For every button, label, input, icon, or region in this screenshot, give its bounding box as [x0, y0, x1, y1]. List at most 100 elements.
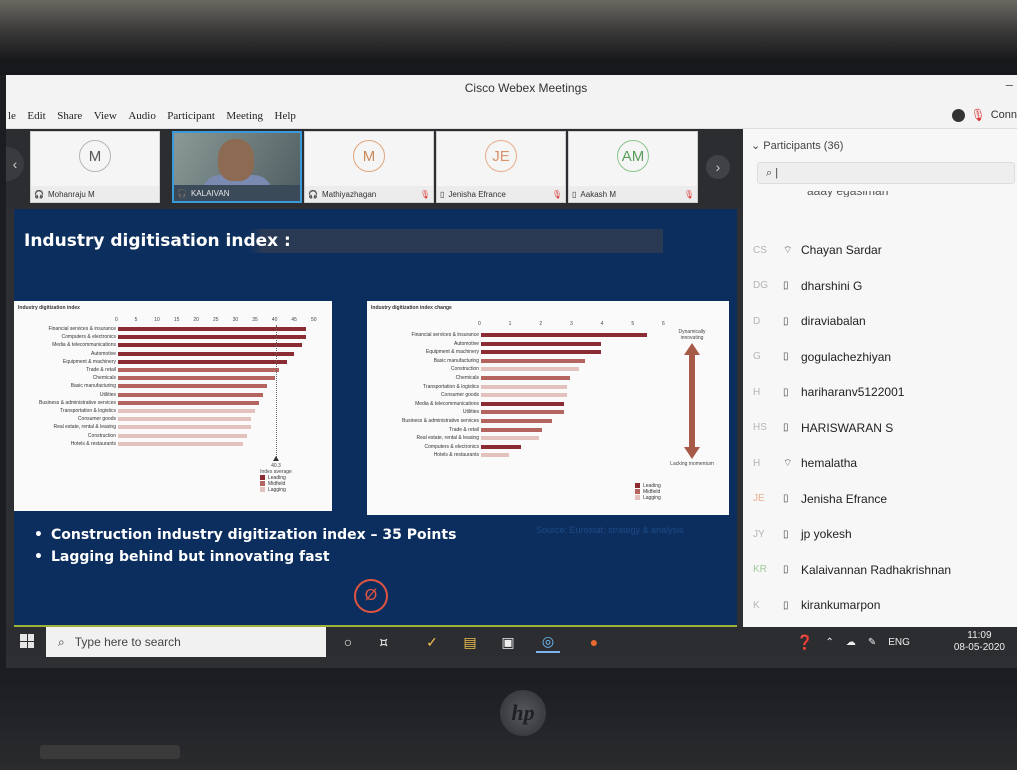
legend-swatch	[635, 495, 640, 501]
webex-taskbar-icon[interactable]: ◎	[536, 631, 560, 653]
x-tick-label: 50	[311, 317, 317, 323]
x-tick-label: 0	[115, 317, 118, 323]
participant-thumbnail[interactable]: M 🎧 Mathiyazhagan 🎙	[304, 131, 434, 203]
participant-row[interactable]: H ▯ hariharanv5122001	[743, 374, 1017, 410]
desk-object	[40, 745, 180, 759]
text-cursor: |	[775, 167, 779, 179]
pen-icon[interactable]: ✎	[868, 637, 876, 648]
legend-item: Lagging	[635, 495, 661, 501]
participant-row[interactable]: JY ▯ jp yokesh	[743, 516, 1017, 552]
headset-icon: 🎧	[177, 188, 187, 198]
strip-prev-arrow-icon[interactable]: ‹	[6, 147, 24, 181]
category-label: Basic manufacturing	[70, 383, 116, 390]
menu-share[interactable]: Share	[57, 110, 82, 122]
participant-row[interactable]: CS ⌔ Chayan Sardar	[743, 232, 1017, 268]
x-tick-label: 25	[213, 317, 219, 323]
cortana-icon[interactable]: ○	[336, 631, 360, 653]
menu-participant[interactable]: Participant	[167, 110, 215, 122]
connection-status[interactable]: 🎙 Conn	[952, 108, 1017, 122]
menu-meeting[interactable]: Meeting	[226, 110, 263, 122]
legend: Leading Midfield Lagging	[260, 475, 286, 493]
bar	[481, 333, 647, 337]
category-label: Media & telecommunications	[52, 342, 116, 349]
bar	[481, 444, 521, 449]
menu-view[interactable]: View	[94, 110, 117, 122]
x-tick-label: 6	[662, 321, 665, 327]
menu-file[interactable]: le	[8, 110, 16, 122]
participant-thumbnail[interactable]: M 🎧 Mohanraju M	[30, 131, 160, 203]
headset-icon: 🎧	[34, 189, 44, 199]
bar	[118, 343, 303, 348]
bullet-item: Lagging behind but innovating fast	[34, 549, 456, 565]
powerpoint-icon[interactable]: ●	[582, 631, 606, 653]
participant-row[interactable]: D ▯ diraviabalan	[743, 303, 1017, 339]
participants-header[interactable]: ⌄ Participants (36)	[751, 139, 843, 152]
triangle-marker-icon	[272, 456, 279, 461]
store-icon[interactable]: ▣	[496, 631, 520, 653]
clock-time: 11:09	[967, 630, 992, 641]
bar	[118, 384, 267, 389]
help-icon[interactable]: ❓	[796, 634, 813, 651]
menu-help[interactable]: Help	[275, 110, 296, 122]
active-speaker-video[interactable]: 🎧 KALAIVAN	[172, 131, 302, 203]
task-view-icon[interactable]: ⯏	[372, 631, 396, 653]
bar	[481, 358, 586, 363]
mic-muted-icon: 🎙	[970, 108, 986, 122]
bar	[118, 409, 256, 413]
category-label: Business & administrative services	[39, 399, 116, 406]
bar	[481, 393, 567, 398]
x-tick-label: 10	[154, 317, 160, 323]
sticky-notes-icon[interactable]: ✓	[420, 631, 444, 653]
digitization-change-chart: Industry digitization index change 0 1 2 3 4 5…	[367, 301, 729, 515]
strip-next-arrow-icon[interactable]: ›	[706, 155, 730, 179]
system-tray: ❓ ⌃ ☁ ✎ ENG	[796, 627, 910, 657]
menu-audio[interactable]: Audio	[128, 110, 156, 122]
taskbar-search-input[interactable]: ⌕ Type here to search	[46, 627, 326, 657]
chevron-up-icon[interactable]: ⌃	[825, 637, 833, 648]
minimize-button[interactable]: –	[1006, 77, 1013, 92]
participant-row[interactable]: KR ▯ Kalaivannan Radhakrishnan	[743, 552, 1017, 588]
avatar: JE	[485, 140, 517, 172]
file-explorer-icon[interactable]: ▤	[458, 631, 482, 653]
participant-row[interactable]: DG ▯ dharshini G	[743, 268, 1017, 304]
chevron-down-icon: ⌄	[751, 140, 761, 152]
participant-row[interactable]: G ▯ gogulachezhiyan	[743, 339, 1017, 375]
double-arrow-icon	[683, 343, 701, 459]
taskbar: ⌕ Type here to search ○ ⯏ ✓ ▤ ▣ ◎ ● ❓ ⌃ …	[6, 627, 1017, 657]
participant-row[interactable]: JE ▯ Jenisha Efrance	[743, 481, 1017, 517]
language-indicator[interactable]: ENG	[888, 637, 910, 648]
category-label: Financial services & insurance	[411, 332, 479, 338]
annotation-bottom: Lacking momentum	[670, 461, 714, 467]
bar	[118, 359, 287, 364]
x-tick-label: 40	[271, 317, 278, 323]
participant-row[interactable]: K ▯ kirankumarpon	[743, 587, 1017, 623]
participant-row[interactable]: HS ▯ HARISWARAN S	[743, 410, 1017, 446]
participant-name: gogulachezhiyan	[801, 349, 892, 364]
x-tick-label: 20	[193, 317, 199, 323]
participant-search-input[interactable]: ⌕ |	[757, 162, 1015, 184]
network-icon[interactable]: ☁	[846, 637, 856, 648]
index-average-label: Index average	[260, 469, 292, 475]
menu-edit[interactable]: Edit	[27, 110, 45, 122]
participant-thumbnail[interactable]: AM ▯ Aakash M 🎙	[568, 131, 698, 203]
legend-label: Lagging	[643, 495, 661, 501]
participant-name: HARISWARAN S	[801, 420, 894, 435]
video-strip: ‹ M 🎧 Mohanraju M 🎧 KALAIVAN M 🎧 Mathiya…	[6, 129, 743, 207]
shared-slide: Industry digitisation index : Industry d…	[14, 209, 737, 627]
category-label: Trade & retail	[86, 367, 116, 373]
avatar: AM	[617, 140, 649, 172]
slide-heading: Industry digitisation index :	[18, 229, 663, 253]
participant-avatar: JE	[753, 493, 765, 504]
phone-icon: ▯	[572, 189, 577, 199]
legend-label: Lagging	[268, 487, 286, 493]
search-placeholder: Type here to search	[74, 635, 181, 649]
clock[interactable]: 11:09 08-05-2020	[954, 630, 1005, 654]
digitization-index-chart: Industry digitization index 0 5 10 15 20 25 30 3…	[14, 301, 332, 511]
participant-row[interactable]: H ⌔ hemalatha	[743, 445, 1017, 481]
participant-row-cutoff: aaay egasiman	[807, 191, 888, 197]
participant-avatar: H	[753, 457, 761, 469]
mute-button[interactable]: Ø	[354, 579, 388, 613]
windows-start-icon[interactable]	[20, 634, 34, 648]
participant-thumbnail[interactable]: JE ▯ Jenisha Efrance 🎙	[436, 131, 566, 203]
bar	[481, 350, 601, 355]
